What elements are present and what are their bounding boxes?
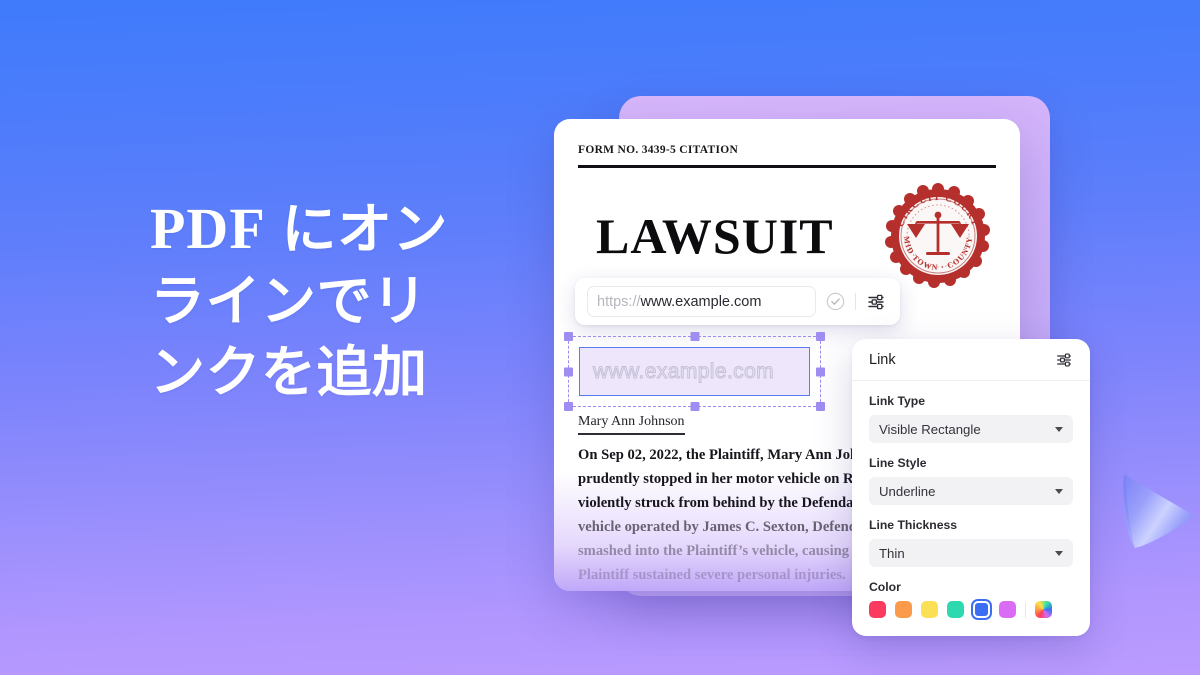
line-style-label: Line Style: [869, 456, 927, 470]
line-thickness-label: Line Thickness: [869, 518, 958, 532]
color-swatch-magenta[interactable]: [999, 601, 1016, 618]
resize-handle-middle-left[interactable]: [564, 367, 573, 376]
color-label: Color: [869, 580, 901, 594]
swatch-divider: [1025, 601, 1026, 618]
link-type-label: Link Type: [869, 394, 925, 408]
header-rule: [578, 165, 996, 168]
resize-handle-middle-right[interactable]: [816, 367, 825, 376]
color-swatch-teal[interactable]: [947, 601, 964, 618]
line-thickness-select[interactable]: Thin: [869, 539, 1073, 567]
link-type-select[interactable]: Visible Rectangle: [869, 415, 1073, 443]
sliders-icon[interactable]: [1055, 351, 1073, 369]
resize-handle-top-left[interactable]: [564, 332, 573, 341]
resize-handle-bottom-left[interactable]: [564, 402, 573, 411]
color-swatch-row: [869, 601, 1073, 618]
hero-line-1: PDF にオン: [150, 192, 540, 266]
color-swatch-orange[interactable]: [895, 601, 912, 618]
hero-line-2: ラインでリ: [150, 270, 428, 333]
custom-color-picker[interactable]: [1035, 601, 1052, 618]
document-title: LAWSUIT: [596, 208, 834, 264]
chevron-down-icon: [1055, 488, 1063, 494]
3d-cone-decoration: [1123, 474, 1194, 548]
hero-pdf-word: PDF: [150, 196, 266, 261]
chevron-down-icon: [1055, 550, 1063, 556]
url-value: www.example.com: [640, 293, 762, 310]
document-title-row: LAWSUIT CIRCUIT COURT MID TOWN · COUNTY: [578, 180, 996, 292]
color-swatch-crimson[interactable]: [869, 601, 886, 618]
link-properties-panel[interactable]: Link Link Type Visible Rectangle Line St…: [852, 339, 1090, 636]
line-style-value: Underline: [879, 483, 936, 499]
hero-headline: PDF にオン ラインでリ ンクを追加: [150, 192, 540, 407]
color-swatch-blue[interactable]: [973, 601, 990, 618]
check-circle-icon[interactable]: [826, 292, 845, 311]
hero-line-3: ンクを追加: [150, 340, 428, 403]
resize-handle-top-center[interactable]: [690, 332, 699, 341]
url-toolbar[interactable]: https://www.example.com: [575, 278, 900, 325]
line-thickness-value: Thin: [879, 545, 905, 561]
scales-of-justice-icon: CIRCUIT COURT MID TOWN · COUNTY: [885, 183, 990, 288]
panel-body: Link Type Visible Rectangle Line Style U…: [852, 381, 1090, 636]
link-selection-box[interactable]: www.example.com: [564, 332, 825, 411]
link-annotation-text: www.example.com: [592, 359, 775, 383]
form-number: FORM NO. 3439-5 CITATION: [578, 144, 739, 156]
chevron-down-icon: [1055, 426, 1063, 432]
color-swatch-yellow[interactable]: [921, 601, 938, 618]
resize-handle-top-right[interactable]: [816, 332, 825, 341]
toolbar-divider: [855, 293, 856, 310]
link-annotation-rect[interactable]: www.example.com: [579, 347, 810, 396]
resize-handle-bottom-center[interactable]: [690, 402, 699, 411]
panel-header: Link: [852, 339, 1090, 381]
resize-handle-bottom-right[interactable]: [816, 402, 825, 411]
line-style-select[interactable]: Underline: [869, 477, 1073, 505]
url-input[interactable]: https://www.example.com: [587, 286, 816, 317]
sliders-icon[interactable]: [866, 292, 886, 312]
link-type-value: Visible Rectangle: [879, 421, 981, 437]
court-seal: CIRCUIT COURT MID TOWN · COUNTY: [882, 180, 994, 292]
url-prefix: https://: [597, 293, 641, 310]
signer-name: Mary Ann Johnson: [578, 414, 685, 435]
hero-line-1-rest: にオン: [265, 198, 449, 260]
panel-title: Link: [869, 351, 896, 368]
